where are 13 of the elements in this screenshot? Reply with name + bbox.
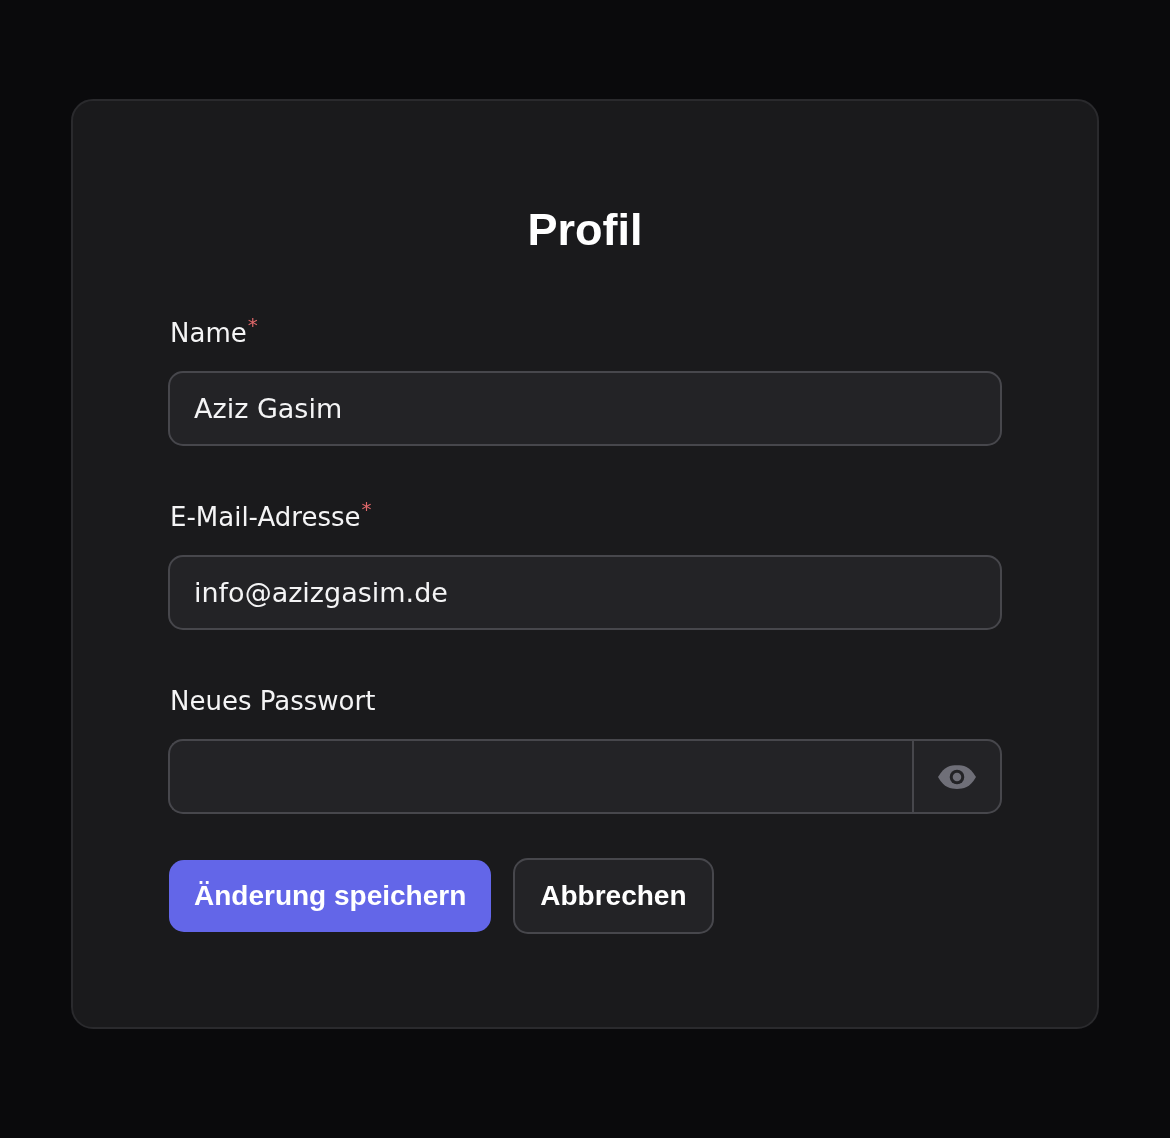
save-button[interactable]: Änderung speichern <box>169 860 492 932</box>
password-field[interactable] <box>168 739 912 814</box>
required-mark: * <box>361 499 372 519</box>
card-title: Profil <box>526 203 644 257</box>
name-field[interactable]: Aziz Gasim <box>168 371 1002 446</box>
required-mark: * <box>247 315 258 335</box>
email-field[interactable]: info@azizgasim.de <box>168 555 1002 630</box>
field-label: Neues Passwort <box>170 685 376 717</box>
cancel-button[interactable]: Abbrechen <box>513 858 714 934</box>
field-label: Name <box>170 317 247 349</box>
show-password-button[interactable] <box>912 739 1002 814</box>
field-label: E-Mail-Adresse <box>170 501 361 533</box>
eye-icon <box>938 764 976 789</box>
